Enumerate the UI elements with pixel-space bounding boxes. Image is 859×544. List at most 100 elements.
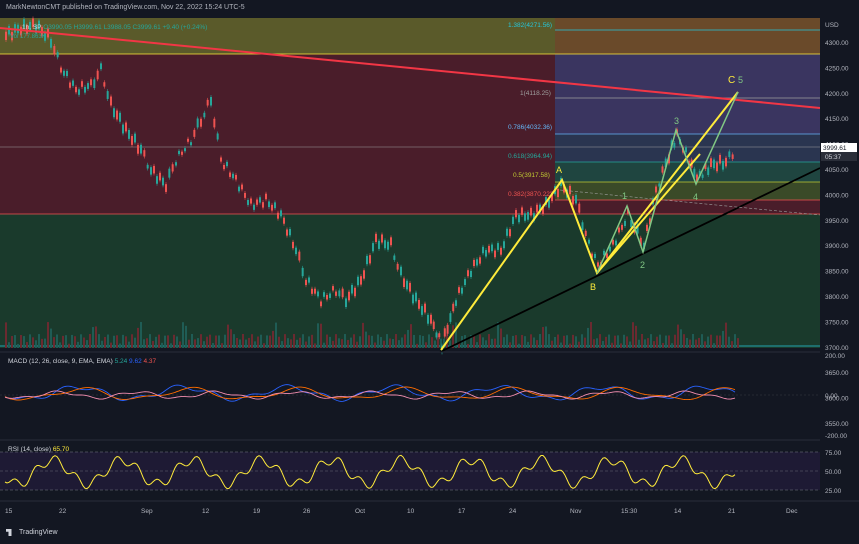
volume-bar <box>32 337 34 348</box>
candle-body <box>247 199 249 205</box>
volume-bar <box>419 335 421 348</box>
candle-body <box>78 89 80 95</box>
volume-bar <box>110 342 112 348</box>
wave-label-c: C <box>728 75 735 86</box>
candle-body <box>137 144 139 154</box>
volume-bar <box>407 329 409 348</box>
candle-body <box>606 253 608 258</box>
candle-body <box>412 294 414 304</box>
candle-body <box>146 164 149 169</box>
candle-body <box>128 129 130 139</box>
candle-body <box>435 332 438 338</box>
candle-body <box>506 228 508 236</box>
volume-bar <box>245 339 247 348</box>
volume-bar <box>374 342 376 348</box>
rsi-tick: 50.00 <box>825 469 842 476</box>
volume-bar <box>371 335 373 348</box>
candle-body <box>283 217 285 224</box>
volume-bar <box>266 335 268 348</box>
candle-body <box>125 122 127 132</box>
volume-bar <box>95 326 97 348</box>
candle-body <box>536 204 538 213</box>
volume-bar <box>152 340 154 348</box>
volume-bar <box>656 336 658 348</box>
volume-bar <box>704 341 706 348</box>
volume-bar <box>686 337 688 348</box>
candle-body <box>262 202 264 208</box>
time-tick: 17 <box>458 508 466 515</box>
candle-body <box>277 212 279 219</box>
volume-bar <box>347 339 349 348</box>
time-tick: 19 <box>253 508 261 515</box>
volume-bar <box>8 342 10 348</box>
candle-body <box>421 306 423 315</box>
candle-body <box>341 288 344 298</box>
volume-bar <box>377 334 379 348</box>
volume-bar <box>215 335 217 348</box>
candle-body <box>220 157 222 162</box>
volume-bar <box>554 336 556 348</box>
macd-tick: 0.00 <box>825 393 838 400</box>
volume-bar <box>221 343 223 348</box>
candle-body <box>317 291 319 297</box>
volume-bar <box>698 337 700 348</box>
volume-bar <box>527 341 529 348</box>
volume-bar <box>668 335 670 348</box>
volume-bar <box>17 343 19 348</box>
volume-bar <box>56 334 58 348</box>
volume-bar <box>488 334 490 348</box>
volume-bar <box>566 335 568 348</box>
wave-label-4: 4 <box>693 192 698 202</box>
candle-body <box>378 240 380 249</box>
macd-tick: 200.00 <box>825 353 845 360</box>
candle-body <box>479 257 481 264</box>
candle-body <box>90 79 92 86</box>
fib-label-1: 1(4118.25) <box>520 90 551 97</box>
volume-bar <box>425 342 427 348</box>
candle-body <box>509 229 511 237</box>
volume-bar <box>128 341 130 348</box>
candle-body <box>430 314 432 324</box>
time-tick: 22 <box>59 508 67 515</box>
wave-label-5: 5 <box>738 75 743 85</box>
candle-body <box>707 167 710 175</box>
candle-body <box>464 279 466 286</box>
fib-zone-olive <box>555 182 820 200</box>
volume-bar <box>182 322 184 348</box>
volume-bar <box>320 323 322 348</box>
candle-body <box>106 91 109 99</box>
candle-body <box>609 246 611 252</box>
price-chart[interactable]: 1.382(4271.56) 1(4118.25) 0.786(4032.36)… <box>0 0 859 544</box>
candle-body <box>332 286 334 291</box>
candle-body <box>329 293 331 298</box>
volume-bar <box>281 341 283 348</box>
candle-body <box>134 133 136 143</box>
volume-bar <box>227 324 229 348</box>
volume-bar <box>710 334 712 348</box>
candle-body <box>584 230 587 237</box>
volume-bar <box>20 335 22 348</box>
volume-bar <box>677 324 679 348</box>
candle-body <box>253 204 255 210</box>
volume-bar <box>395 334 397 348</box>
volume-bar <box>383 340 385 348</box>
ohlc-legend[interactable]: 1h, SP O3990.05 H3999.61 L3988.05 C3999.… <box>22 24 207 31</box>
volume-bar <box>137 327 139 348</box>
volume-bar <box>107 334 109 348</box>
volume-bar <box>314 343 316 348</box>
candle-body <box>530 207 532 216</box>
macd-tick: -200.00 <box>825 433 847 440</box>
tradingview-logo[interactable]: TradingView <box>6 529 58 536</box>
macd-line <box>4 384 736 402</box>
time-axis[interactable]: 15 22 Sep 12 19 26 Oct 10 17 24 Nov 15:30 14 21 Dec <box>5 508 798 515</box>
macd-legend[interactable]: MACD (12, 26, close, 9, EMA, EMA) 5.24 9… <box>8 358 156 365</box>
rsi-legend[interactable]: RSI (14, close) 65.70 <box>8 446 69 453</box>
time-tick: Sep <box>141 508 153 515</box>
volume-bar <box>155 336 157 348</box>
candle-body <box>308 277 310 283</box>
volume-bar <box>158 334 160 348</box>
volume-bar <box>206 336 208 348</box>
volume-bar <box>194 339 196 348</box>
volume-bar <box>518 343 520 348</box>
candle-body <box>387 241 389 250</box>
